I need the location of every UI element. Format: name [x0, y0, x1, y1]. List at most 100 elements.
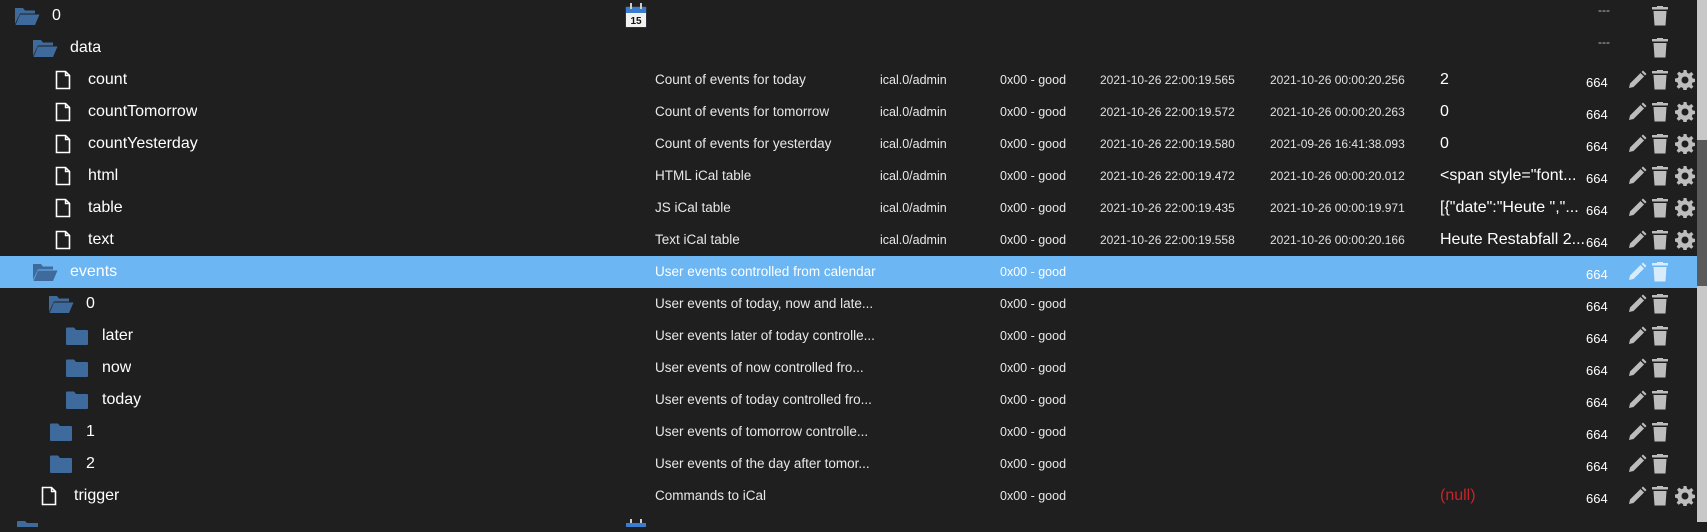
delete-icon[interactable]	[1652, 128, 1674, 160]
row-acl: 664	[1586, 331, 1608, 346]
edit-icon[interactable]	[1627, 192, 1651, 224]
delete-icon[interactable]	[1652, 0, 1674, 32]
tree-row[interactable]: table JS iCal table ical.0/admin 0x00 - …	[0, 192, 1697, 224]
row-status: 0x00 - good	[1000, 201, 1067, 215]
tree-row[interactable]: count Count of events for today ical.0/a…	[0, 64, 1697, 96]
tree-row[interactable]: countTomorrow Count of events for tomorr…	[0, 96, 1697, 128]
row-timestamp: 2021-10-26 22:00:19.565	[1100, 73, 1235, 87]
row-role: ical.0/admin	[880, 169, 947, 183]
edit-icon[interactable]	[1627, 256, 1651, 288]
row-name-cell: today	[64, 384, 141, 416]
gear-icon[interactable]	[1675, 224, 1697, 256]
delete-icon[interactable]	[1652, 32, 1674, 64]
tree-row[interactable]: countYesterday Count of events for yeste…	[0, 128, 1697, 160]
edit-icon[interactable]	[1627, 320, 1651, 352]
folder-icon[interactable]	[48, 453, 74, 475]
tree-row-selected[interactable]: events User events controlled from calen…	[0, 256, 1697, 288]
tree-row[interactable]: today User events of today controlled fr…	[0, 384, 1697, 416]
delete-icon[interactable]	[1652, 256, 1674, 288]
edit-icon[interactable]	[1627, 96, 1651, 128]
tree-row[interactable]: later User events later of today control…	[0, 320, 1697, 352]
delete-icon[interactable]	[1652, 96, 1674, 128]
edit-icon[interactable]	[1627, 160, 1651, 192]
edit-icon[interactable]	[1627, 480, 1651, 512]
row-role: ical.0/admin	[880, 137, 947, 151]
edit-icon[interactable]	[1627, 448, 1651, 480]
tree-row[interactable]: text Text iCal table ical.0/admin 0x00 -…	[0, 224, 1697, 256]
row-value[interactable]: 0	[1440, 128, 1585, 160]
delete-icon[interactable]	[1652, 416, 1674, 448]
delete-icon[interactable]	[1652, 480, 1674, 512]
row-description: User events later of today controlle...	[655, 328, 875, 343]
gear-icon[interactable]	[1675, 160, 1697, 192]
folder-icon[interactable]	[48, 421, 74, 443]
folder-icon[interactable]	[64, 325, 90, 347]
tree-row[interactable]: 0 User events of today, now and late... …	[0, 288, 1697, 320]
row-acl: 664	[1586, 139, 1608, 154]
row-name-cell: table	[50, 192, 123, 224]
scrollbar-thumb[interactable]	[1697, 140, 1707, 286]
folder-open-icon[interactable]	[32, 37, 58, 59]
delete-icon[interactable]	[1652, 448, 1674, 480]
delete-icon[interactable]	[1652, 160, 1674, 192]
row-value[interactable]: Heute Restabfall 2...	[1440, 224, 1585, 256]
row-name: today	[102, 391, 142, 408]
gear-icon[interactable]	[1675, 64, 1697, 96]
delete-icon[interactable]	[1652, 384, 1674, 416]
tree-row[interactable]: 0 ---	[0, 0, 1697, 32]
row-name-cell: 2	[48, 448, 95, 480]
delete-icon[interactable]	[1652, 224, 1674, 256]
row-description: Count of events for yesterday	[655, 136, 832, 151]
tree-row[interactable]: now User events of now controlled fro...…	[0, 352, 1697, 384]
folder-icon[interactable]	[64, 389, 90, 411]
edit-icon[interactable]	[1627, 384, 1651, 416]
row-value[interactable]: 0	[1440, 96, 1585, 128]
delete-icon[interactable]	[1652, 192, 1674, 224]
tree-row[interactable]: html HTML iCal table ical.0/admin 0x00 -…	[0, 160, 1697, 192]
row-value[interactable]: 2	[1440, 64, 1585, 96]
tree-row[interactable]: data ---	[0, 32, 1697, 64]
delete-icon[interactable]	[1652, 288, 1674, 320]
delete-icon[interactable]	[1652, 64, 1674, 96]
folder-open-icon[interactable]	[48, 293, 74, 315]
edit-icon[interactable]	[1627, 128, 1651, 160]
object-tree: 0 --- data --- count Count of events for…	[0, 0, 1697, 512]
folder-open-icon[interactable]	[32, 261, 58, 283]
delete-icon[interactable]	[1652, 352, 1674, 384]
tree-row[interactable]: 1 User events of tomorrow controlle... 0…	[0, 416, 1697, 448]
row-acl: 664	[1586, 491, 1608, 506]
edit-icon[interactable]	[1627, 64, 1651, 96]
file-icon	[50, 229, 76, 251]
row-timestamp: 2021-10-26 22:00:19.472	[1100, 169, 1235, 183]
file-icon	[50, 197, 76, 219]
row-status: 0x00 - good	[1000, 137, 1067, 151]
delete-icon[interactable]	[1652, 320, 1674, 352]
gear-icon[interactable]	[1675, 96, 1697, 128]
row-acl: ---	[1598, 3, 1610, 17]
row-name-cell: countTomorrow	[50, 96, 197, 128]
edit-icon[interactable]	[1627, 288, 1651, 320]
gear-icon[interactable]	[1675, 480, 1697, 512]
gear-icon[interactable]	[1675, 192, 1697, 224]
row-value-null[interactable]: (null)	[1440, 480, 1585, 512]
row-acl: 664	[1586, 171, 1608, 186]
row-name: trigger	[74, 487, 120, 504]
row-name: table	[88, 199, 123, 216]
calendar-icon: 15	[624, 3, 648, 34]
edit-icon[interactable]	[1627, 416, 1651, 448]
tree-row[interactable]: 2 User events of the day after tomor... …	[0, 448, 1697, 480]
folder-open-icon[interactable]	[14, 5, 40, 27]
row-value[interactable]: [{"date":"Heute ","...	[1440, 192, 1585, 224]
row-name-cell: text	[50, 224, 114, 256]
edit-icon[interactable]	[1627, 352, 1651, 384]
row-value[interactable]: <span style="font...	[1440, 160, 1585, 192]
tree-row[interactable]: trigger Commands to iCal 0x00 - good (nu…	[0, 480, 1697, 512]
folder-icon[interactable]	[64, 357, 90, 379]
row-role: ical.0/admin	[880, 233, 947, 247]
vertical-scrollbar[interactable]	[1697, 0, 1707, 522]
row-status: 0x00 - good	[1000, 457, 1067, 471]
file-icon	[50, 69, 76, 91]
edit-icon[interactable]	[1627, 224, 1651, 256]
row-last-change: 2021-10-26 00:00:19.971	[1270, 201, 1405, 215]
gear-icon[interactable]	[1675, 128, 1697, 160]
